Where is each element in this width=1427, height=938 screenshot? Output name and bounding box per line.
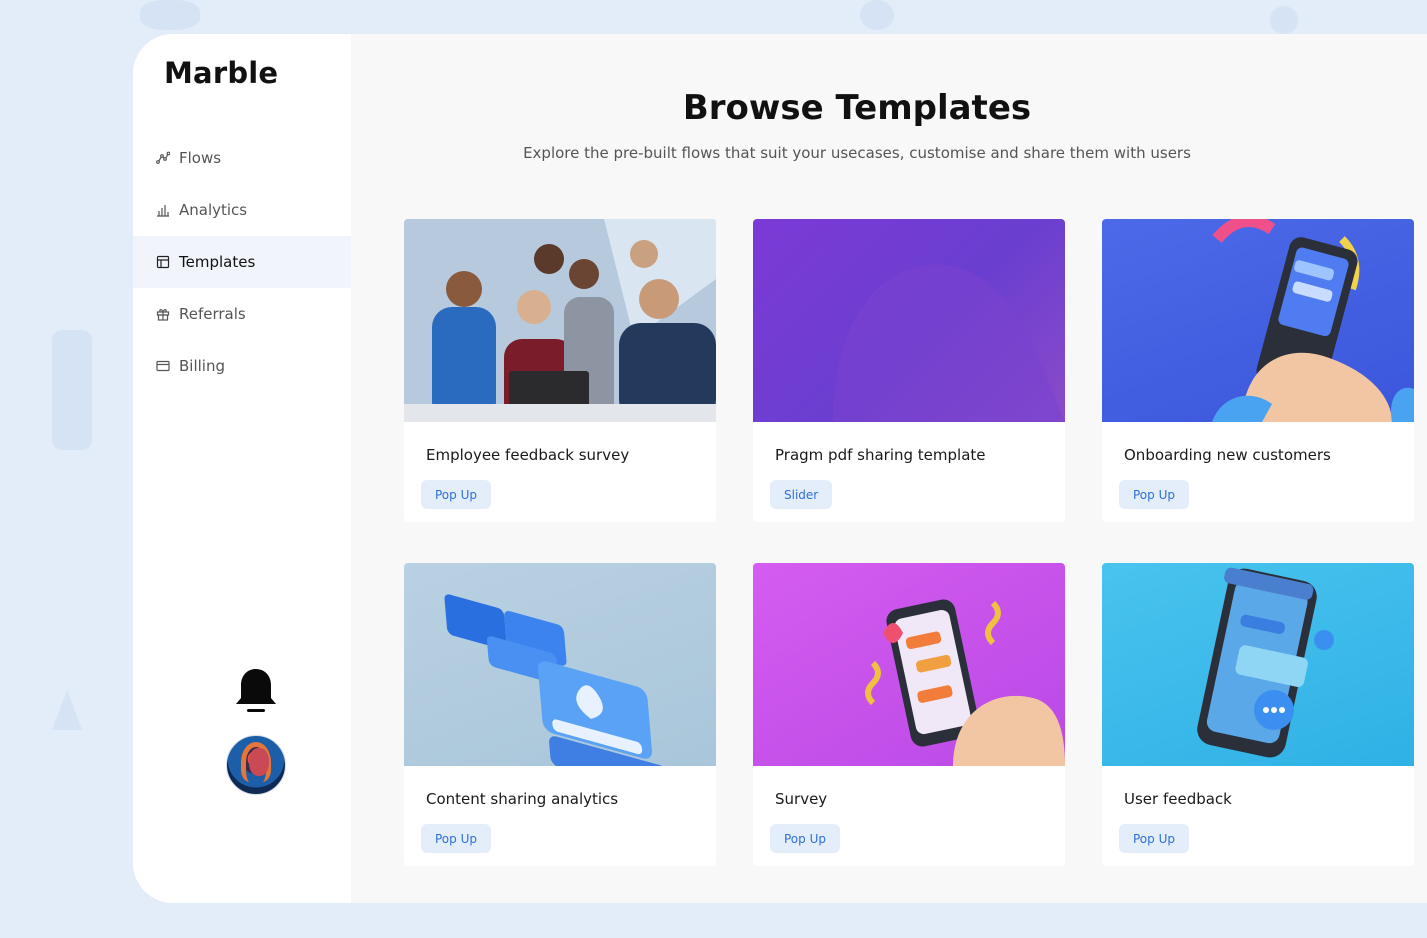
chat-phone-thumbnail (753, 563, 1065, 766)
sidebar-item-templates[interactable]: Templates (133, 236, 351, 288)
template-card[interactable]: Onboarding new customers Pop Up (1102, 219, 1414, 522)
bell-icon[interactable] (233, 666, 279, 716)
employee-photo-thumbnail (404, 219, 716, 422)
app-window: Marble Flows Analytics Templates Referra… (133, 34, 1427, 903)
sidebar: Marble Flows Analytics Templates Referra… (133, 34, 351, 903)
sidebar-item-label: Flows (179, 149, 222, 167)
card-title: Onboarding new customers (1124, 446, 1331, 464)
sidebar-item-analytics[interactable]: Analytics (133, 184, 351, 236)
analytics-icon (155, 202, 171, 218)
card-type-badge: Slider (770, 480, 833, 509)
sidebar-item-label: Analytics (179, 201, 248, 219)
card-type-badge: Pop Up (421, 824, 491, 853)
sidebar-item-label: Billing (179, 357, 225, 375)
blue-cards-thumbnail (404, 563, 716, 766)
template-card[interactable]: Pragm pdf sharing template Slider (753, 219, 1065, 522)
flows-icon (155, 150, 171, 166)
user-avatar[interactable] (226, 735, 286, 795)
gift-icon (155, 306, 171, 322)
card-title: Employee feedback survey (426, 446, 630, 464)
card-title: User feedback (1124, 790, 1232, 808)
page-title: Browse Templates (682, 88, 1032, 128)
card-type-badge: Pop Up (770, 824, 840, 853)
page-subtitle: Explore the pre-built flows that suit yo… (523, 144, 1191, 162)
template-card[interactable]: Content sharing analytics Pop Up (404, 563, 716, 866)
card-title: Content sharing analytics (426, 790, 619, 808)
card-type-badge: Pop Up (421, 480, 491, 509)
purple-thumbnail (753, 219, 1065, 422)
main-content: Browse Templates Explore the pre-built f… (351, 34, 1427, 903)
sidebar-item-flows[interactable]: Flows (133, 132, 351, 184)
sidebar-nav: Flows Analytics Templates Referrals Bill… (133, 132, 351, 392)
templates-icon (155, 254, 171, 270)
template-card[interactable]: Survey Pop Up (753, 563, 1065, 866)
phone-hand-thumbnail (1102, 219, 1414, 422)
card-title: Pragm pdf sharing template (775, 446, 986, 464)
template-card[interactable]: Employee feedback survey Pop Up (404, 219, 716, 522)
app-logo[interactable]: Marble (164, 56, 278, 90)
sidebar-item-billing[interactable]: Billing (133, 340, 351, 392)
card-title: Survey (775, 790, 828, 808)
template-card[interactable]: User feedback Pop Up (1102, 563, 1414, 866)
sidebar-item-referrals[interactable]: Referrals (133, 288, 351, 340)
messaging-phone-thumbnail (1102, 563, 1414, 766)
card-type-badge: Pop Up (1119, 824, 1189, 853)
sidebar-item-label: Templates (179, 253, 256, 271)
sidebar-item-label: Referrals (179, 305, 246, 323)
card-icon (155, 358, 171, 374)
card-type-badge: Pop Up (1119, 480, 1189, 509)
